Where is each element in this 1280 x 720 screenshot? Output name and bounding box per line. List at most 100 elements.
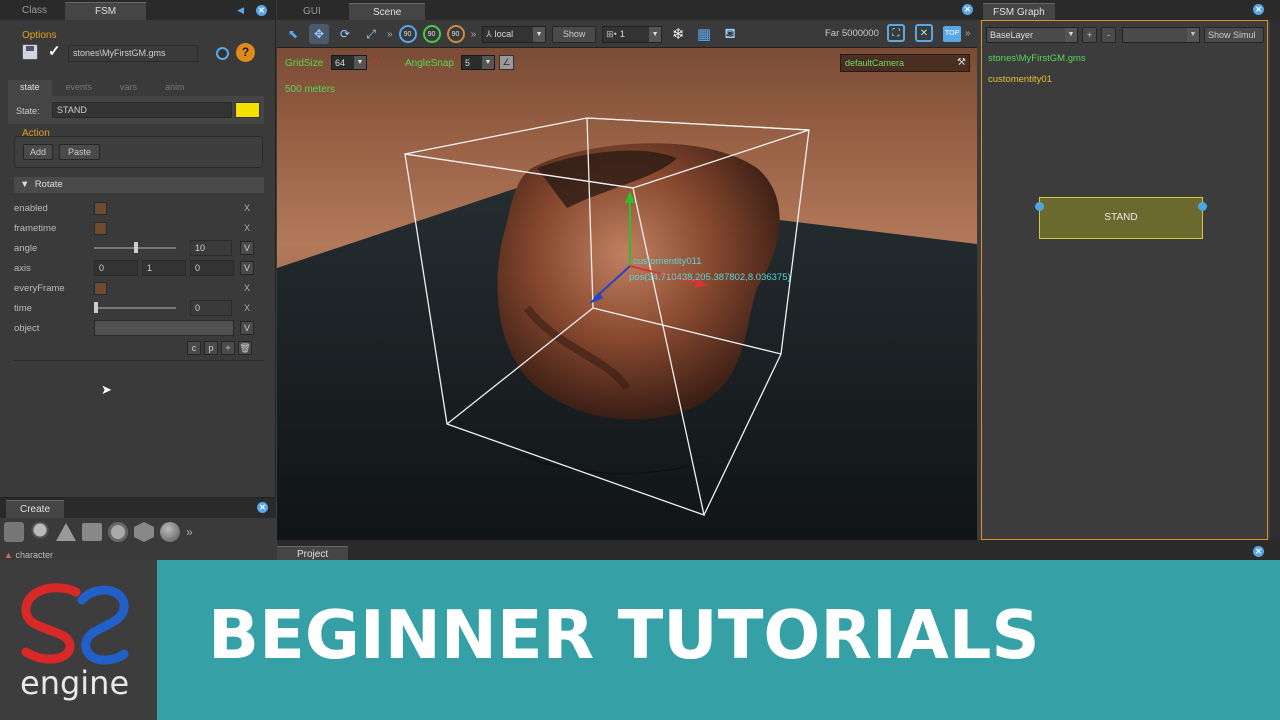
tab-fsm[interactable]: FSM	[65, 2, 147, 20]
add-small-button[interactable]: +	[221, 341, 235, 355]
clear-button[interactable]: X	[244, 303, 250, 313]
checkmark-icon[interactable]: ✓	[48, 42, 61, 60]
rotate-y-90-icon[interactable]: 90	[422, 25, 441, 43]
more-icon[interactable]: »	[471, 29, 477, 40]
paste-small-button[interactable]: p	[204, 341, 218, 355]
add-layer-button[interactable]: +	[1082, 27, 1098, 43]
tab-scene[interactable]: Scene	[349, 3, 426, 21]
particle-icon[interactable]	[134, 522, 154, 542]
enabled-checkbox[interactable]	[94, 201, 107, 215]
save-icon[interactable]	[22, 44, 38, 60]
close-icon[interactable]: ✕	[256, 5, 267, 16]
variable-button[interactable]: V	[240, 321, 254, 335]
axis-x-field[interactable]: 0	[94, 260, 138, 276]
tab-fsm-graph[interactable]: FSM Graph	[983, 3, 1055, 21]
simul-select[interactable]: ▼	[1122, 27, 1200, 43]
axis-z-field[interactable]: 0	[190, 260, 234, 276]
remove-layer-button[interactable]: -	[1101, 27, 1116, 43]
tab-create[interactable]: Create	[6, 500, 65, 518]
move-icon[interactable]: ✥	[309, 24, 329, 44]
angle-snap-toggle[interactable]: ∠	[499, 55, 514, 70]
chevron-down-icon: ▼	[1187, 28, 1199, 42]
select-icon[interactable]: ⬉	[283, 24, 303, 44]
layer-select[interactable]: ⊞• 1 ▼	[602, 25, 663, 43]
rotate-action-header[interactable]: ▼ Rotate	[14, 177, 264, 193]
subtab-vars[interactable]: vars	[106, 80, 151, 96]
scale-icon[interactable]: ⤢	[361, 24, 381, 44]
cubes-icon[interactable]	[82, 523, 102, 541]
state-label: State:	[16, 106, 40, 116]
scene-viewport[interactable]: GridSize 64 ▼ ∩ AngleSnap 5 ▼ ∠ 500 mete…	[277, 48, 977, 540]
add-button[interactable]: Add	[23, 144, 54, 160]
focus-icon[interactable]: ⛶	[887, 24, 905, 42]
rotate-x-90-icon[interactable]: 90	[398, 25, 417, 43]
clear-button[interactable]: X	[244, 203, 250, 213]
grid-icon[interactable]: ▦	[694, 24, 714, 44]
clear-button[interactable]: X	[244, 283, 250, 293]
node-input-port[interactable]	[1035, 202, 1044, 211]
magnet-icon[interactable]: ∩	[371, 53, 380, 68]
graph-entity-label: customentity01	[988, 74, 1052, 85]
variable-button[interactable]: V	[240, 241, 254, 255]
collapse-icon[interactable]: ◀	[237, 5, 244, 16]
layer-select[interactable]: BaseLayer ▼	[986, 27, 1078, 43]
state-node-stand[interactable]: STAND	[1039, 197, 1203, 239]
slider-knob[interactable]	[134, 242, 138, 253]
subtab-events[interactable]: events	[52, 80, 107, 96]
fsm-graph-panel[interactable]: BaseLayer ▼ + - ▼ Show Simul stones\MyFi…	[981, 20, 1268, 540]
tab-gui[interactable]: GUI	[291, 3, 333, 21]
close-icon[interactable]: ✕	[962, 4, 973, 15]
trash-icon[interactable]: 🗑	[238, 341, 252, 355]
chevron-down-icon: ▼	[354, 56, 366, 69]
action-row-buttons: c p + 🗑	[14, 338, 264, 358]
entity-name-label: customentity011	[633, 256, 702, 267]
paint-icon[interactable]: ⛾	[720, 24, 740, 44]
top-view-button[interactable]: TOP	[943, 26, 961, 42]
node-output-port[interactable]	[1198, 202, 1207, 211]
prop-row-object: object V	[14, 318, 264, 338]
eye-icon[interactable]	[216, 47, 229, 60]
object-field[interactable]	[94, 320, 234, 336]
sphere-icon[interactable]	[160, 522, 180, 542]
frametime-checkbox[interactable]	[94, 221, 107, 235]
more-icon[interactable]: »	[387, 29, 393, 40]
close-icon[interactable]: ✕	[1253, 4, 1264, 15]
paste-button[interactable]: Paste	[59, 144, 101, 160]
subtab-anim[interactable]: anim	[151, 80, 199, 96]
angle-field[interactable]: 10	[190, 240, 232, 256]
show-simul-button[interactable]: Show Simul	[1204, 27, 1264, 43]
cone-icon[interactable]	[56, 523, 76, 541]
close-icon[interactable]: ✕	[1253, 546, 1264, 557]
show-button[interactable]: Show	[552, 25, 597, 43]
subtab-state[interactable]: state	[8, 80, 52, 96]
help-icon[interactable]: ?	[236, 43, 255, 62]
close-icon[interactable]: ✕	[257, 502, 268, 513]
angle-slider[interactable]	[94, 242, 176, 253]
copy-button[interactable]: c	[187, 341, 201, 355]
angle-snap-select[interactable]: 5 ▼	[461, 55, 495, 70]
fit-view-icon[interactable]: ✕	[915, 24, 933, 42]
camera-select[interactable]: defaultCamera ⚒	[840, 54, 970, 72]
rotate-icon[interactable]: ⟳	[335, 24, 355, 44]
clear-button[interactable]: X	[244, 223, 250, 233]
tab-project[interactable]: Project	[277, 546, 349, 560]
decal-icon[interactable]	[108, 522, 128, 542]
snowflake-icon[interactable]: ❄	[668, 24, 688, 44]
more-icon[interactable]: »	[186, 525, 193, 539]
rotate-z-90-icon[interactable]: 90	[446, 25, 465, 43]
state-name-field[interactable]: STAND	[52, 102, 232, 118]
everyframe-checkbox[interactable]	[94, 281, 107, 295]
time-field[interactable]: 0	[190, 300, 232, 316]
time-slider[interactable]	[94, 302, 176, 313]
grid-size-select[interactable]: 64 ▼	[331, 55, 367, 70]
space-select[interactable]: ⅄ local ▼	[482, 25, 547, 43]
axis-y-field[interactable]: 1	[142, 260, 186, 276]
character-icon[interactable]	[4, 522, 24, 542]
file-path-field[interactable]: stones\MyFirstGM.gms	[68, 45, 198, 62]
variable-button[interactable]: V	[240, 261, 254, 275]
light-bulb-icon[interactable]	[30, 522, 50, 542]
slider-knob[interactable]	[94, 302, 98, 313]
state-color-swatch[interactable]	[235, 102, 260, 118]
more-icon[interactable]: »	[965, 28, 971, 39]
tab-class[interactable]: Class	[0, 2, 59, 20]
